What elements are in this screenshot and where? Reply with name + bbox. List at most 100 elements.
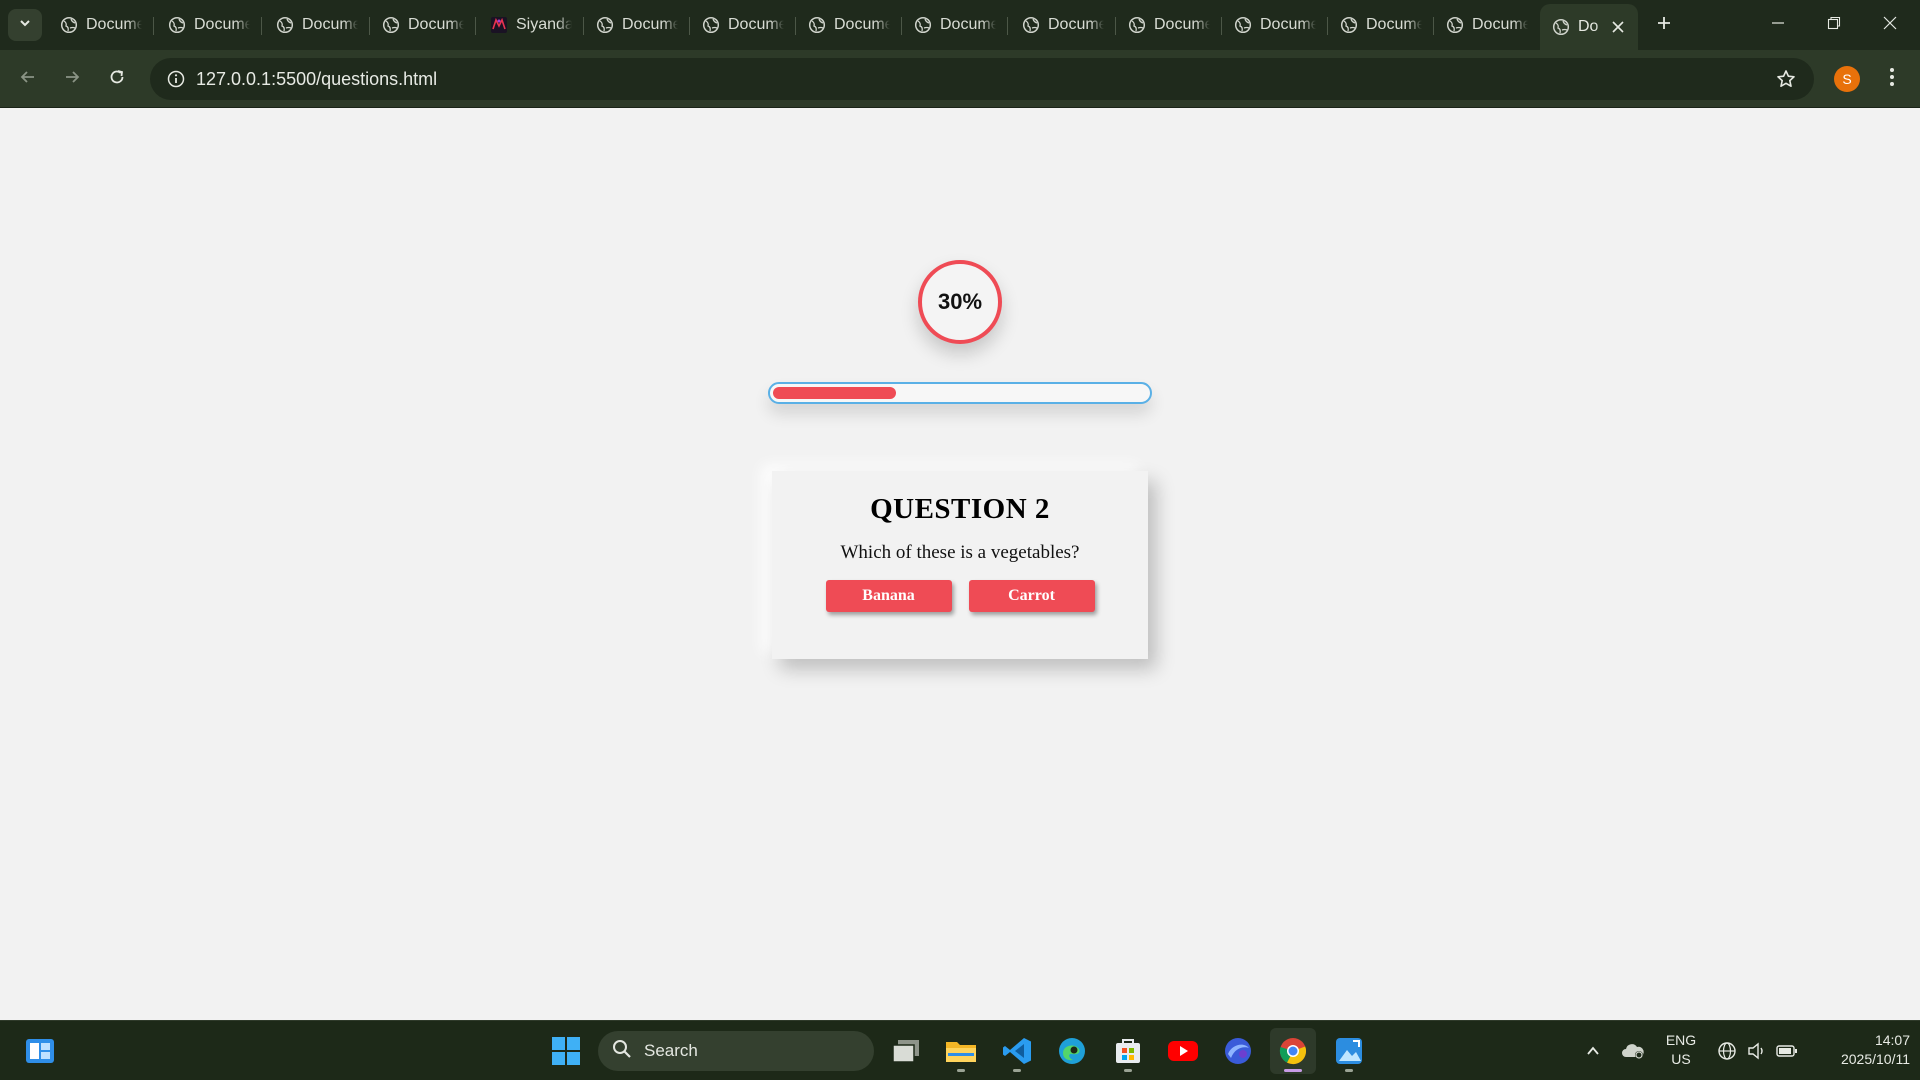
globe-icon	[1128, 16, 1146, 34]
vscode-icon[interactable]	[994, 1028, 1040, 1074]
running-indicator	[1345, 1069, 1353, 1072]
tab-title: Siyanda	[516, 16, 572, 33]
globe-icon	[168, 16, 186, 34]
question-title: QUESTION 2	[870, 493, 1050, 525]
answer-button-banana[interactable]: Banana	[825, 580, 952, 612]
tab-title: Document	[834, 16, 890, 33]
tab[interactable]: Document	[1010, 6, 1116, 44]
reload-button[interactable]	[99, 61, 135, 97]
globe-icon	[1446, 16, 1464, 34]
tab-title: Document	[1260, 16, 1316, 33]
clock-time: 14:07	[1874, 1032, 1910, 1048]
photos-app-icon[interactable]	[1326, 1028, 1372, 1074]
tab[interactable]: Document	[1222, 6, 1328, 44]
language-line2: US	[1671, 1051, 1691, 1067]
globe-icon	[1022, 16, 1040, 34]
task-view-icon[interactable]	[883, 1028, 929, 1074]
tab[interactable]: Document	[370, 6, 476, 44]
clock-date: 2025/10/11	[1840, 1051, 1910, 1067]
answer-button-carrot[interactable]: Carrot	[968, 580, 1095, 612]
globe-icon	[276, 16, 294, 34]
system-clock[interactable]: 14:07 2025/10/11	[1806, 1031, 1910, 1069]
progress-percent: 30%	[937, 289, 983, 314]
page-viewport: 30% QUESTION 2 Which of these is a veget…	[0, 108, 1920, 1020]
tab[interactable]: Document	[48, 6, 154, 44]
close-window-button[interactable]	[1862, 0, 1918, 50]
restore-button[interactable]	[1806, 0, 1862, 50]
volume-icon[interactable]	[1742, 1035, 1772, 1067]
network-globe-icon[interactable]	[1712, 1035, 1742, 1067]
tab[interactable]: Document	[902, 6, 1008, 44]
tab-strip: Document Document Document Document Siyanda D…	[0, 0, 1920, 50]
start-windows-icon[interactable]	[543, 1028, 589, 1074]
file-explorer-icon[interactable]	[938, 1028, 984, 1074]
onedrive-cloud-icon[interactable]	[1618, 1035, 1648, 1067]
back-button[interactable]	[10, 61, 46, 97]
tab-title: Document	[86, 16, 142, 33]
chevron-down-icon	[18, 16, 32, 35]
close-icon	[1883, 16, 1897, 35]
tab[interactable]: Document	[584, 6, 690, 44]
language-indicator[interactable]: ENG US	[1660, 1031, 1702, 1069]
arrow-left-icon	[19, 68, 37, 91]
tab[interactable]: Document	[1116, 6, 1222, 44]
question-text: Which of these is a vegetables?	[840, 542, 1080, 563]
tab-title: Document	[1048, 16, 1104, 33]
microsoft-store-icon[interactable]	[1105, 1028, 1151, 1074]
tab-close-icon[interactable]	[1608, 17, 1628, 37]
tab[interactable]: Siyanda	[478, 6, 584, 44]
browser-app-icon[interactable]	[1215, 1028, 1261, 1074]
url-text[interactable]: 127.0.0.1:5500/questions.html	[196, 69, 437, 90]
forward-button[interactable]	[54, 61, 90, 97]
address-bar[interactable]: 127.0.0.1:5500/questions.html	[150, 58, 1814, 100]
tab-active[interactable]: Do	[1540, 4, 1638, 50]
tab[interactable]: Document	[264, 6, 370, 44]
tab-search-button[interactable]	[8, 9, 42, 41]
minimize-icon	[1771, 16, 1785, 35]
widgets-icon[interactable]	[17, 1028, 63, 1074]
language-line1: ENG	[1665, 1032, 1697, 1048]
progress-bar	[768, 382, 1152, 404]
plus-icon	[1656, 15, 1672, 36]
browser-toolbar: 127.0.0.1:5500/questions.html S	[0, 50, 1920, 108]
globe-icon	[914, 16, 932, 34]
tab[interactable]: Document	[156, 6, 262, 44]
tab-title: Document	[728, 16, 784, 33]
tab-separator	[261, 17, 262, 35]
taskbar-search-label: Search	[644, 1041, 698, 1060]
battery-icon[interactable]	[1772, 1035, 1802, 1067]
globe-icon	[382, 16, 400, 34]
tab-title: Document	[194, 16, 250, 33]
minimize-button[interactable]	[1750, 0, 1806, 50]
tab-title: Do	[1578, 18, 1599, 35]
running-indicator	[1284, 1069, 1302, 1072]
new-tab-button[interactable]	[1648, 9, 1680, 41]
running-indicator	[1124, 1069, 1132, 1072]
tab[interactable]: Document	[1328, 6, 1434, 44]
tab-title: Document	[622, 16, 678, 33]
info-icon[interactable]	[160, 63, 192, 95]
tab[interactable]: Document	[690, 6, 796, 44]
reload-icon	[108, 68, 126, 91]
windows-taskbar: Search ENG US 14:07 2025/10/11	[0, 1020, 1920, 1080]
tab-title: Document	[940, 16, 996, 33]
tab-separator	[153, 17, 154, 35]
running-indicator	[1013, 1069, 1021, 1072]
youtube-icon[interactable]	[1160, 1028, 1206, 1074]
chrome-icon[interactable]	[1270, 1028, 1316, 1074]
star-icon[interactable]	[1770, 63, 1802, 95]
chevron-up-icon[interactable]	[1578, 1035, 1608, 1067]
tab-separator	[475, 17, 476, 35]
tab[interactable]: Document	[796, 6, 902, 44]
tab-separator	[1007, 17, 1008, 35]
edge-icon[interactable]	[1049, 1028, 1095, 1074]
tab[interactable]: Document	[1434, 6, 1540, 44]
globe-icon	[702, 16, 720, 34]
more-menu-button[interactable]	[1876, 61, 1908, 97]
search-icon	[612, 1039, 632, 1064]
progress-bar-fill	[773, 387, 897, 399]
globe-icon	[1340, 16, 1358, 34]
taskbar-search-box[interactable]: Search	[598, 1031, 874, 1071]
restore-icon	[1827, 16, 1841, 35]
profile-avatar[interactable]: S	[1834, 66, 1860, 92]
